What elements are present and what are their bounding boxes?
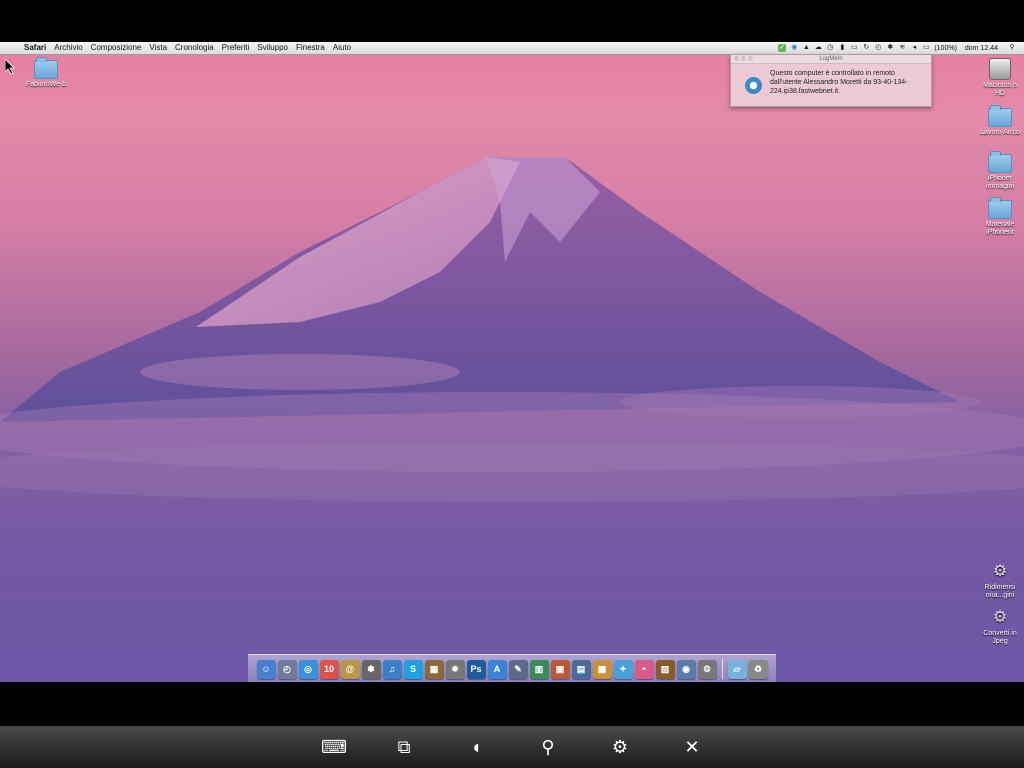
battery-percent: (100%) (934, 44, 957, 52)
dock-itunes-icon[interactable]: ♫ (382, 659, 402, 679)
dock-finder-icon[interactable]: ☺ (256, 659, 276, 679)
mouse-cursor-icon (5, 59, 15, 75)
desktop-macintosh-hd[interactable]: Macintos h HD (978, 58, 1022, 98)
folder-icon (34, 57, 58, 79)
automator-icon: ⚙ (992, 609, 1008, 626)
desktop-folder-iphoner-immagini[interactable]: iPhoner immagini (978, 151, 1022, 191)
dock-messenger-icon[interactable]: ◓ (634, 659, 654, 679)
status-area: ✓ ◉ ▲ ☁ ◷ ▮ ▭ ↻ ◴ ✱ ≋ ◂ ▭ (100%) dom 12.… (778, 42, 1016, 54)
dock-editor-icon[interactable]: ✎ (508, 659, 528, 679)
notification-title: LogMeIn (819, 56, 843, 62)
desktop-app-converti[interactable]: ⚙ Converti in Jpeg (978, 608, 1022, 646)
menu-finestra[interactable]: Finestra (292, 42, 329, 54)
dock: ☺ ◴ ◎ 10 @ ✽ ♫ S ▦ ✸ Ps A ✎ ▥ ▣ ▤ ▩ ✦ ◓ ▧ ◉ ⚙ ▱ ♻ (248, 654, 776, 682)
menu-safari[interactable]: Safari (20, 42, 50, 54)
desktop-folder-materiale-iphoner[interactable]: Materiale iPhonerit (978, 197, 1022, 237)
menu-composizione[interactable]: Composizione (87, 42, 146, 54)
dock-packager-icon[interactable]: ▩ (592, 659, 612, 679)
folder-icon (988, 105, 1012, 127)
clock-status-icon[interactable]: ◷ (826, 44, 834, 52)
battery-icon[interactable]: ▭ (922, 44, 930, 52)
hard-drive-icon (989, 58, 1011, 80)
automator-icon: ⚙ (992, 563, 1008, 580)
desktop-folder-fabiorowe[interactable]: FabioroWe b (24, 57, 68, 89)
desktop-icon-label: Materiale iPhonerit (985, 221, 1015, 236)
cloud-status-icon[interactable]: ☁ (814, 44, 822, 52)
menu-archivio[interactable]: Archivio (50, 42, 86, 54)
desktop-folder-lavoro[interactable]: Lavoro Arrco (978, 105, 1022, 137)
dock-trash-icon[interactable]: ♻ (748, 659, 768, 679)
desktop-app-ridimensiona[interactable]: ⚙ Ridimensi ona...gini (978, 562, 1022, 600)
network-icon[interactable]: ⧉ (393, 736, 415, 758)
desktop-icon-label: iPhoner immagini (985, 175, 1014, 190)
dock-calendar-icon[interactable]: 10 (319, 659, 339, 679)
mouse-icon[interactable]: ◖ (465, 736, 487, 758)
dock-address-book-icon[interactable]: @ (340, 659, 360, 679)
dock-activity-monitor-icon[interactable]: ▥ (529, 659, 549, 679)
dock-twitter-icon[interactable]: ✦ (613, 659, 633, 679)
timemachine-status-icon[interactable]: ↻ (862, 44, 870, 52)
folder-icon (988, 197, 1012, 219)
desktop-icon-label: Ridimensi ona...gini (984, 584, 1016, 599)
bookmark-status-icon[interactable]: ▮ (838, 44, 846, 52)
dock-separator (721, 659, 723, 679)
dock-iphoto-icon[interactable]: ▦ (424, 659, 444, 679)
menu-aiuto[interactable]: Aiuto (329, 42, 355, 54)
notification-message: Questo computer è controllato in remoto … (770, 70, 908, 95)
dock-network-icon[interactable]: ◉ (676, 659, 696, 679)
folder-icon (988, 151, 1012, 173)
window-controls (734, 56, 755, 64)
logmein-notification[interactable]: LogMeIn Questo computer è controllato in… (730, 54, 932, 107)
minimize-dot-icon[interactable] (741, 56, 746, 61)
dock-app-store-icon[interactable]: A (487, 659, 507, 679)
settings-gear-icon[interactable]: ⚙ (609, 736, 631, 758)
desktop-icon-label: Lavoro Arrco (980, 129, 1020, 136)
menu-vista[interactable]: Vista (145, 42, 171, 54)
dock-safari-icon[interactable]: ◎ (298, 659, 318, 679)
dock-dashboard-icon[interactable]: ◴ (277, 659, 297, 679)
desktop-icon-label: FabioroWe b (26, 81, 66, 88)
volume-status-icon[interactable]: ◂ (910, 44, 918, 52)
keyboard-icon[interactable]: ⌨ (321, 736, 347, 758)
dock-photo-booth-icon[interactable]: ✽ (361, 659, 381, 679)
dock-preferences-icon[interactable]: ⚙ (697, 659, 717, 679)
dock-archive-icon[interactable]: ▧ (655, 659, 675, 679)
dock-stack-folder-icon[interactable]: ▱ (727, 659, 747, 679)
logmein-status-icon[interactable]: ✓ (778, 44, 787, 52)
wifi-status-icon[interactable]: ≋ (898, 44, 906, 52)
close-icon[interactable]: ✕ (681, 736, 703, 758)
logmein-icon (745, 77, 762, 94)
screen-status-icon[interactable]: ▭ (850, 44, 858, 52)
bluetooth-status-icon[interactable]: ✱ (886, 44, 894, 52)
remote-desktop-screen[interactable]: Safari Archivio Composizione Vista Crono… (0, 42, 1024, 682)
zoom-icon[interactable]: ⚲ (537, 736, 559, 758)
menu-preferiti[interactable]: Preferiti (218, 42, 254, 54)
time-status-icon[interactable]: ◴ (874, 44, 882, 52)
close-dot-icon[interactable] (734, 56, 739, 61)
remote-toolbar: ⌨ ⧉ ◖ ⚲ ⚙ ✕ (0, 726, 1024, 768)
spotlight-icon[interactable]: ⚲ (1008, 44, 1016, 52)
desktop-icon-label: Converti in Jpeg (983, 630, 1017, 645)
dock-utility-icon[interactable]: ✸ (445, 659, 465, 679)
notification-titlebar: LogMeIn (731, 55, 931, 64)
menubar-clock[interactable]: dom 12.44 (965, 45, 998, 52)
dock-skype-icon[interactable]: S (403, 659, 423, 679)
desktop-icon-label: Macintos h HD (983, 82, 1017, 97)
dock-storage-icon[interactable]: ▤ (571, 659, 591, 679)
zoom-dot-icon[interactable] (748, 56, 753, 61)
flag-status-icon[interactable]: ▲ (802, 44, 810, 52)
menu-cronologia[interactable]: Cronologia (171, 42, 218, 54)
dock-preview-icon[interactable]: ▣ (550, 659, 570, 679)
wallpaper-mountain (0, 157, 1024, 502)
menu-sviluppo[interactable]: Sviluppo (253, 42, 292, 54)
sync-status-icon[interactable]: ◉ (790, 44, 798, 52)
dock-photoshop-icon[interactable]: Ps (466, 659, 486, 679)
